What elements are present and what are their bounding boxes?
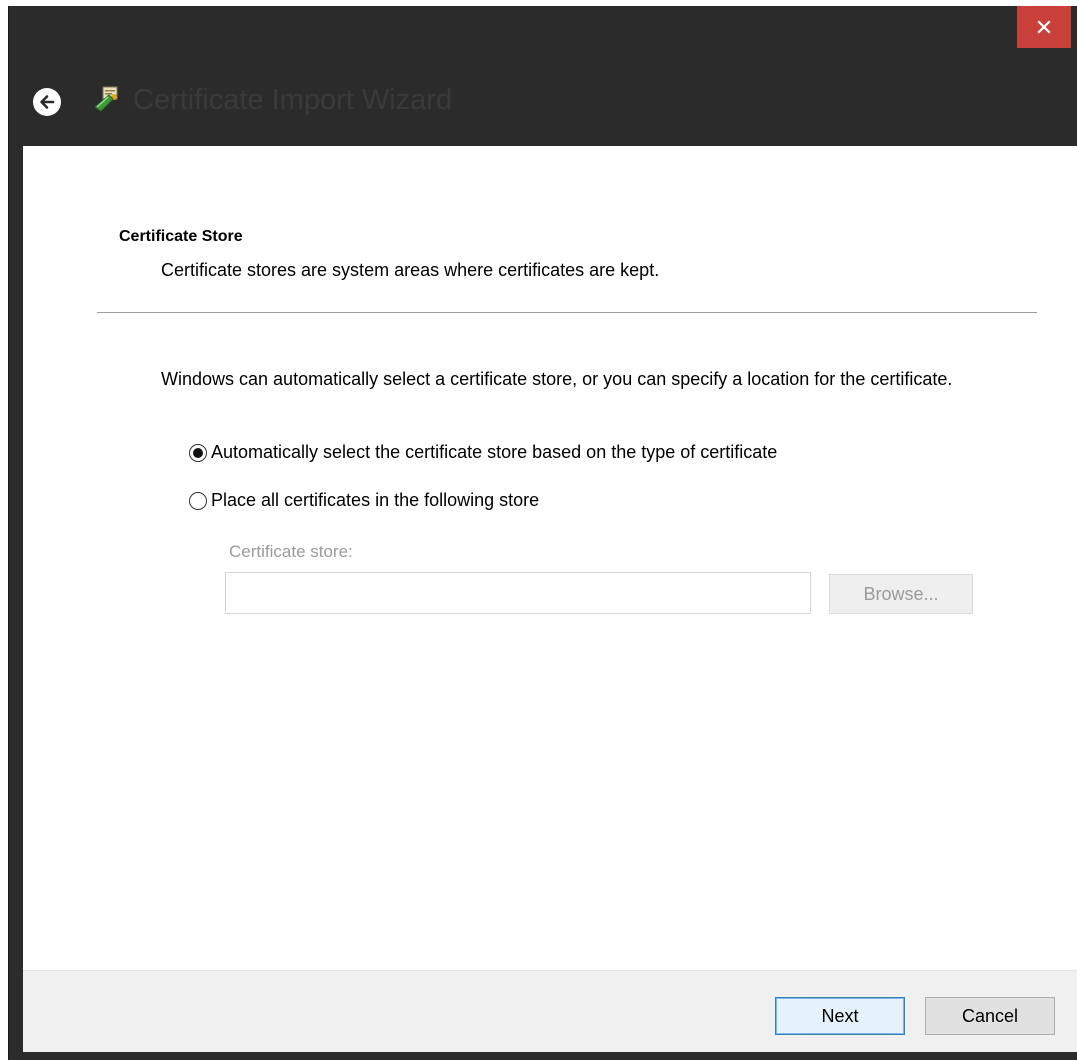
page-description: Certificate stores are system areas wher… [161,260,660,280]
certificate-icon [94,86,118,112]
page-heading: Certificate Store [119,228,243,245]
header-divider [97,312,1037,313]
back-button[interactable] [33,88,61,116]
place-in-store-radio[interactable] [189,491,207,510]
auto-select-label[interactable]: Automatically select the certificate sto… [211,442,777,463]
wizard-window: Certificate Import Wizard Certificate St… [8,6,1077,1060]
certificate-store-label: Certificate store: [229,542,353,561]
intro-text: Windows can automatically select a certi… [161,369,953,389]
cancel-button[interactable]: Cancel [925,997,1055,1035]
wizard-page: Certificate Store Certificate stores are… [23,146,1077,970]
browse-button[interactable]: Browse... [829,574,973,614]
auto-select-radio[interactable] [189,443,207,462]
place-in-store-label[interactable]: Place all certificates in the following … [211,490,539,511]
window-title: Certificate Import Wizard [133,84,453,116]
place-in-store-option[interactable]: Place all certificates in the following … [189,490,539,511]
next-button[interactable]: Next [775,997,905,1035]
wizard-header: Certificate Import Wizard [9,48,1077,146]
back-arrow-icon [40,95,55,109]
close-icon [1037,20,1051,34]
certificate-store-field[interactable] [225,572,811,614]
close-button[interactable] [1017,6,1071,48]
radio-selected-dot [193,447,203,458]
auto-select-option[interactable]: Automatically select the certificate sto… [189,442,777,463]
wizard-footer: Next Cancel [23,970,1077,1052]
